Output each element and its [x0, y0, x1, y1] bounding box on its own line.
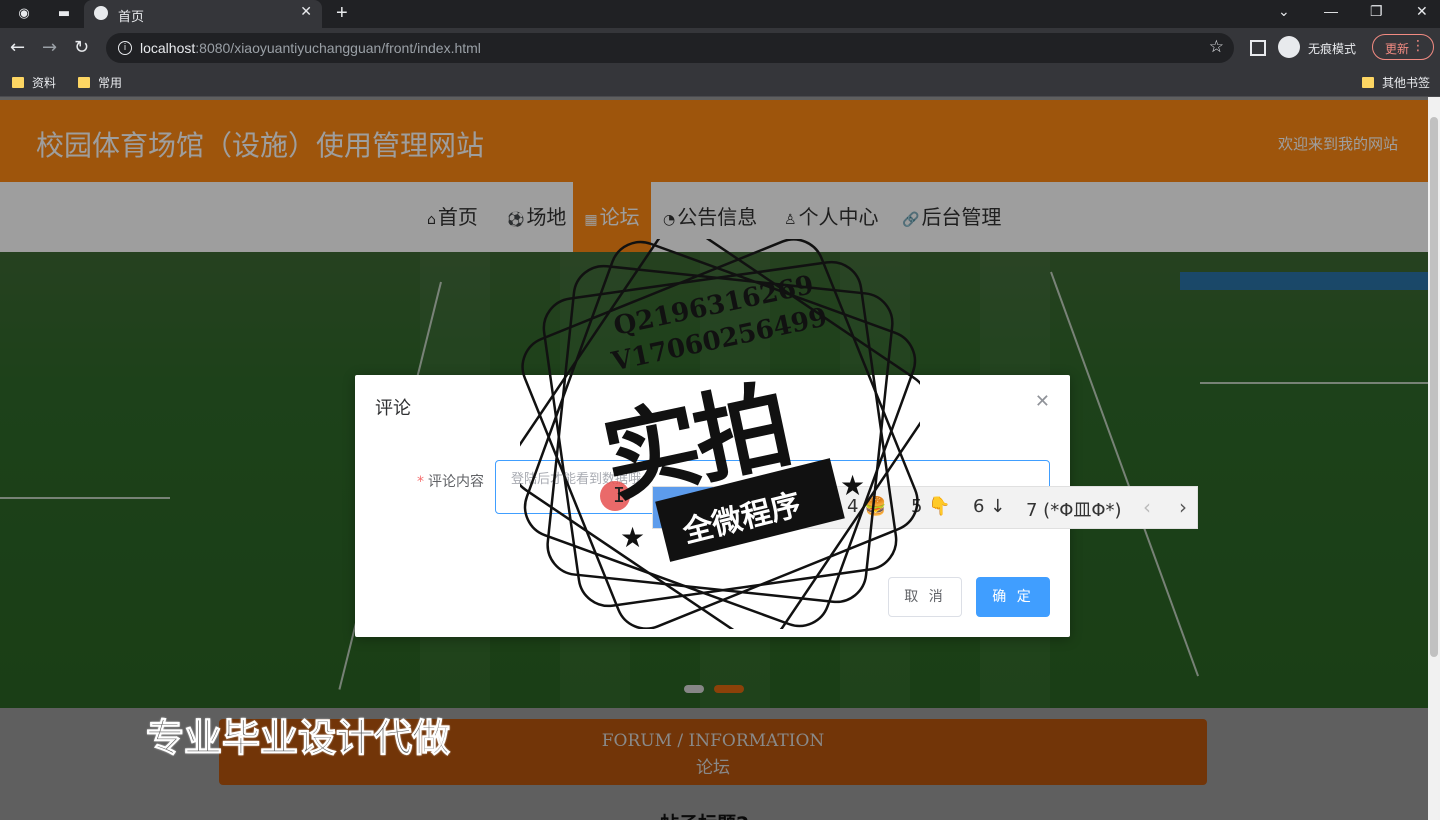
minimize-icon[interactable]: —: [1324, 3, 1338, 19]
ime-candidate-selected[interactable]: 1 下: [653, 487, 713, 528]
tab-search-icon[interactable]: ▬: [56, 6, 72, 22]
other-bookmarks[interactable]: 其他书签: [1362, 74, 1430, 91]
url-path: :8080/xiaoyuantiyuchangguan/front/index.…: [195, 40, 481, 56]
ime-next-icon[interactable]: ›: [1179, 495, 1187, 519]
bookmark-folder[interactable]: 资料: [12, 74, 56, 91]
ime-prev-icon[interactable]: ‹: [1143, 495, 1151, 519]
back-icon[interactable]: ←: [10, 38, 25, 58]
ime-candidate[interactable]: 7 (*Φ皿Φ*): [1026, 496, 1122, 522]
bookmark-folder[interactable]: 常用: [78, 74, 122, 91]
tab-title: 首页: [118, 9, 145, 24]
side-panel-icon[interactable]: [1250, 40, 1266, 56]
cancel-button[interactable]: 取 消: [888, 577, 962, 617]
favicon-icon: [94, 6, 108, 20]
globe-icon[interactable]: ◉: [16, 6, 32, 22]
incognito-label: 无痕模式: [1308, 42, 1357, 56]
new-tab-button[interactable]: +: [336, 2, 348, 25]
required-marker: *: [417, 474, 424, 490]
bookmark-star-icon[interactable]: ☆: [1209, 37, 1224, 57]
update-label: 更新: [1385, 42, 1410, 56]
ime-candidate[interactable]: 4 🍔: [847, 496, 887, 517]
url-bar[interactable]: i localhost:8080/xiaoyuantiyuchangguan/f…: [106, 33, 1234, 63]
browser-tab-strip: ◉ ▬ 首页 ✕ + ⌄ — ❐ ✕: [0, 0, 1440, 28]
ime-candidate[interactable]: 5 👇: [911, 496, 951, 517]
confirm-button[interactable]: 确 定: [976, 577, 1050, 617]
folder-icon: [12, 77, 24, 88]
page-scrollbar[interactable]: [1428, 97, 1440, 820]
ime-candidate[interactable]: 6 ↓: [973, 496, 1005, 517]
close-icon[interactable]: ✕: [1035, 391, 1050, 412]
chevron-down-icon[interactable]: ⌄: [1278, 3, 1290, 20]
folder-icon: [1362, 77, 1374, 88]
comment-field-label: * 评论内容: [417, 474, 484, 490]
text-cursor-icon: I: [613, 483, 626, 507]
browser-tab[interactable]: 首页 ✕: [84, 0, 322, 28]
folder-icon: [78, 77, 90, 88]
restore-icon[interactable]: ❐: [1370, 3, 1383, 20]
bookmarks-bar: 资料 常用 其他书签: [0, 68, 1440, 97]
site-info-icon[interactable]: i: [118, 41, 132, 55]
scrollbar-thumb[interactable]: [1430, 117, 1438, 657]
address-toolbar: ← → ↻ i localhost:8080/xiaoyuantiyuchang…: [0, 28, 1440, 68]
page-viewport: 校园体育场馆（设施）使用管理网站 欢迎来到我的网站 ⌂ 首页 ⚽ 场地 ▦ 论坛 ◔ 公…: [0, 97, 1428, 820]
close-tab-icon[interactable]: ✕: [300, 4, 312, 20]
ime-candidate-bar: 1 下 4 🍔 5 👇 6 ↓ 7 (*Φ皿Φ*) ‹ ›: [652, 486, 1198, 529]
close-window-icon[interactable]: ✕: [1416, 3, 1428, 20]
bottom-watermark: 专业毕业设计代做: [145, 716, 451, 761]
url-host: localhost: [140, 40, 196, 56]
incognito-icon: [1278, 36, 1300, 58]
reload-icon[interactable]: ↻: [74, 38, 89, 58]
menu-dots-icon: ⋮: [1411, 38, 1425, 54]
forward-icon[interactable]: →: [42, 38, 57, 58]
update-button[interactable]: 更新 ⋮: [1372, 34, 1434, 60]
dialog-title: 评论: [375, 398, 411, 419]
